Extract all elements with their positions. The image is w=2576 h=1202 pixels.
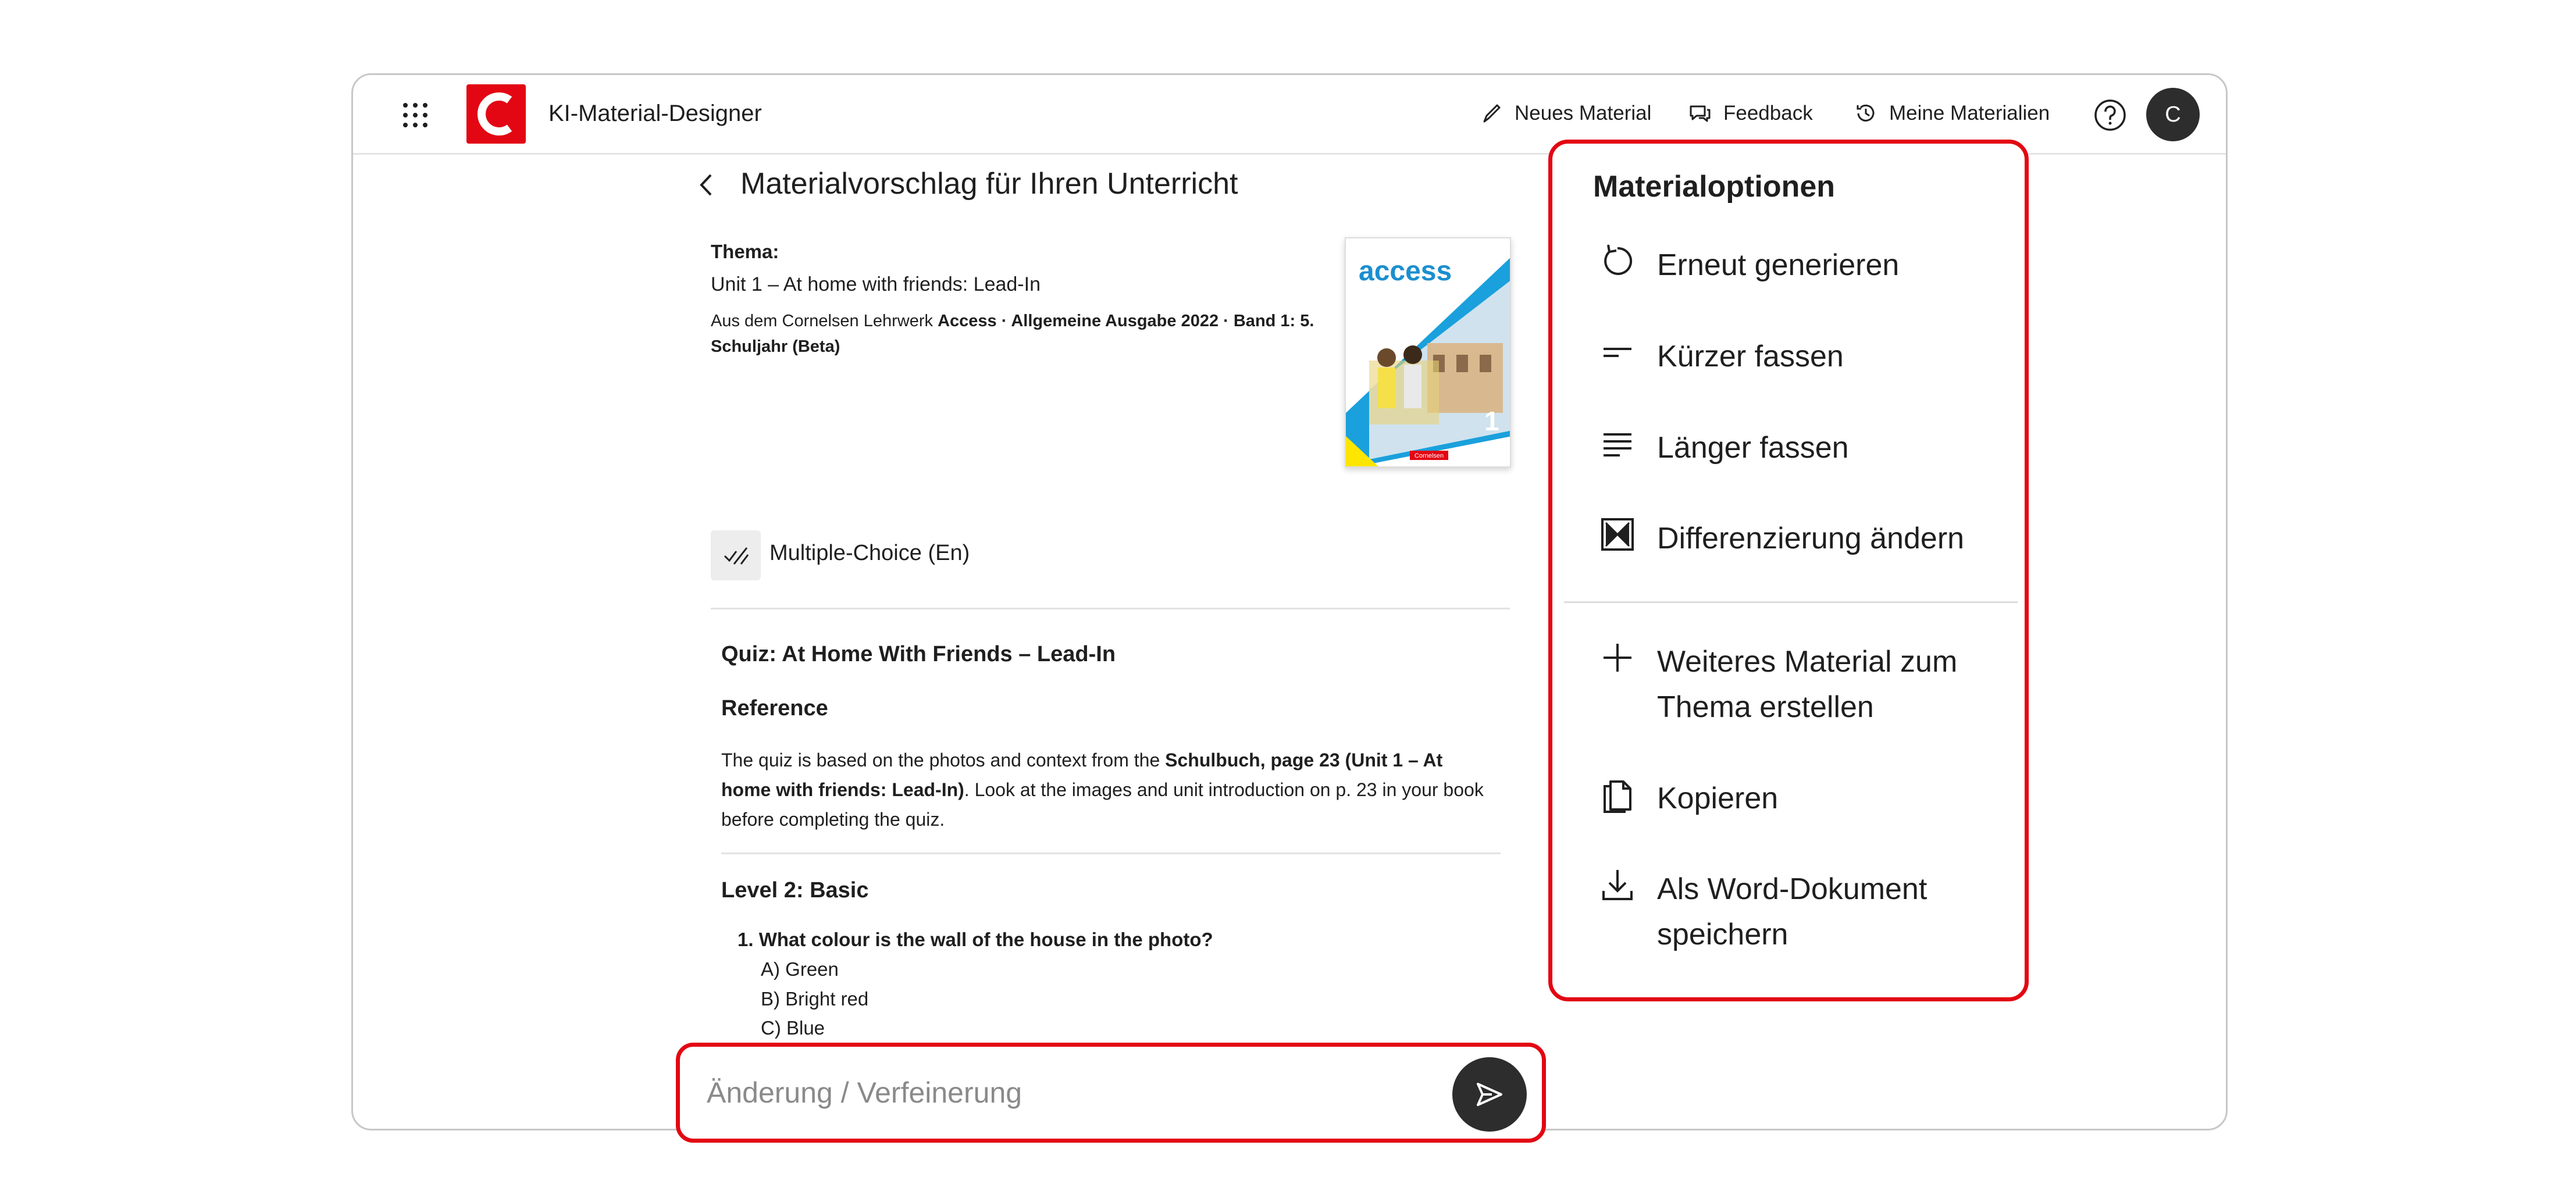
short-lines-icon (1604, 348, 1631, 357)
multiple-choice-icon-box (711, 530, 761, 580)
divider (721, 853, 1501, 854)
multiple-choice-icon (724, 547, 749, 565)
user-avatar[interactable]: C (2146, 88, 2200, 141)
reference-heading: Reference (721, 696, 828, 721)
copy-icon (1604, 780, 1631, 813)
topic-label: Thema: (711, 241, 779, 262)
nav-my-materials-label: Meine Materialien (1889, 102, 2050, 124)
app-grid-icon[interactable] (401, 101, 430, 130)
reference-text-part-1: The quiz is based on the photos and cont… (721, 750, 1166, 771)
logo-letter-c (478, 92, 512, 135)
nav-new-material-label: Neues Material (1515, 102, 1652, 124)
option-more-material-label: Weiteres Material zum Thema erstellen (1657, 645, 1958, 724)
answer-option: A) Green (761, 958, 839, 980)
pen-icon (1483, 104, 1501, 123)
option-save-word[interactable]: Als Word-Dokument speichern (1599, 866, 2006, 957)
nav-feedback-label: Feedback (1723, 102, 1813, 124)
send-icon (1477, 1083, 1502, 1106)
differentiation-icon (1601, 518, 1634, 551)
book-brand: access (1359, 256, 1452, 287)
book-number: 1 (1484, 406, 1499, 436)
option-copy[interactable]: Kopieren (1599, 776, 1778, 821)
back-arrow-icon[interactable] (696, 170, 717, 199)
cornelsen-logo[interactable] (466, 84, 526, 144)
options-title: Materialoptionen (1593, 170, 1836, 204)
refinement-input[interactable] (707, 1072, 1405, 1113)
option-differentiation-label: Differenzierung ändern (1657, 522, 1965, 555)
reference-text: The quiz is based on the photos and cont… (721, 746, 1495, 834)
book-cover-image: access 1 Cornelsen (1345, 237, 1511, 468)
option-differentiation[interactable]: Differenzierung ändern (1599, 516, 1964, 561)
option-copy-label: Kopieren (1657, 782, 1779, 815)
quiz-title: Quiz: At Home With Friends – Lead-In (721, 642, 1116, 666)
option-shorten-label: Kürzer fassen (1657, 340, 1844, 373)
page-title: Materialvorschlag für Ihren Unterricht (740, 167, 1238, 201)
nav-my-materials[interactable]: Meine Materialien (1853, 101, 2050, 126)
material-options-panel: Materialoptionen Erneut generieren Kürze… (1548, 140, 2029, 1001)
refinement-input-bar (676, 1043, 1546, 1143)
question-text: 1. What colour is the wall of the house … (737, 929, 1213, 950)
divider (711, 608, 1510, 609)
download-icon (1602, 870, 1633, 900)
option-more-material[interactable]: Weiteres Material zum Thema erstellen (1599, 639, 2006, 730)
answer-option: B) Bright red (761, 988, 869, 1010)
help-icon[interactable] (2093, 98, 2127, 132)
option-save-word-label: Als Word-Dokument speichern (1657, 872, 1927, 951)
app-title: KI-Material-Designer (548, 101, 762, 126)
refresh-icon (1604, 244, 1633, 275)
nav-feedback[interactable]: Feedback (1687, 101, 1813, 126)
plus-icon (1604, 644, 1631, 672)
topic-source: Aus dem Cornelsen Lehrwerk Access · Allg… (711, 308, 1339, 359)
nav-new-material[interactable]: Neues Material (1478, 101, 1651, 126)
send-button[interactable] (1452, 1057, 1527, 1132)
topic-title: Unit 1 – At home with friends: Lead-In (711, 273, 1041, 295)
option-lengthen-label: Länger fassen (1657, 431, 1849, 465)
option-lengthen[interactable]: Länger fassen (1599, 425, 1849, 470)
option-regenerate-label: Erneut generieren (1657, 248, 1900, 282)
option-regenerate[interactable]: Erneut generieren (1599, 242, 1899, 288)
topic-source-prefix: Aus dem Cornelsen Lehrwerk (711, 312, 938, 330)
long-lines-icon (1604, 433, 1631, 456)
options-divider (1564, 601, 2018, 603)
chat-icon (1690, 105, 1711, 122)
answer-option: C) Blue (761, 1017, 825, 1039)
option-shorten[interactable]: Kürzer fassen (1599, 334, 1844, 379)
level-heading: Level 2: Basic (721, 878, 869, 903)
book-publisher: Cornelsen (1415, 452, 1444, 459)
history-icon (1857, 104, 1875, 122)
material-type-label: Multiple-Choice (En) (769, 541, 970, 565)
